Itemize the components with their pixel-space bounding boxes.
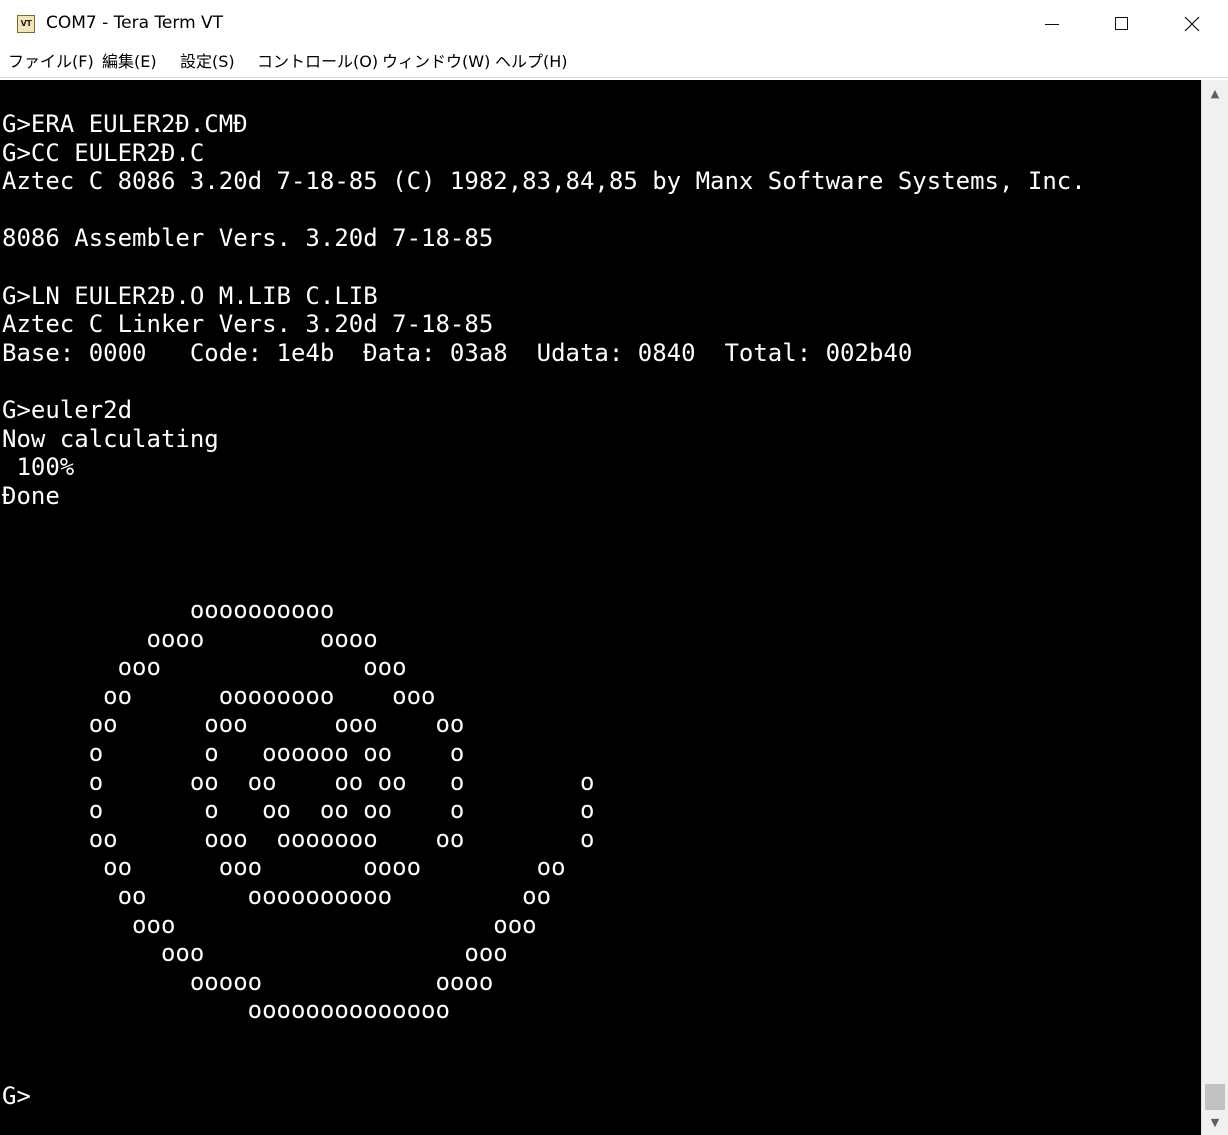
menu-help[interactable]: ヘルプ(H) xyxy=(495,51,568,73)
terminal-line: oo ooo ooo oo xyxy=(2,710,465,739)
terminal-screen[interactable]: G>ERA EULER2Đ.CMĐ G>CC EULER2Đ.C Aztec C 8… xyxy=(0,80,1201,1135)
maximize-button[interactable] xyxy=(1087,0,1157,48)
terminal-line: ooo ooo xyxy=(2,939,508,968)
terminal-line: G>euler2d xyxy=(2,395,133,424)
terminal-line: 100% xyxy=(2,453,75,482)
minimize-icon xyxy=(1045,24,1059,25)
terminal-line: G> xyxy=(2,1082,31,1111)
menu-bar: ファイル(F) 編集(E) 設定(S) コントロール(O) ウィンドウ(W) ヘ… xyxy=(0,48,1228,78)
terminal-line: G>CC EULER2Đ.C xyxy=(2,138,205,167)
terminal-line: Aztec C 8086 3.20d 7-18-85 (C) 1982,83,8… xyxy=(2,167,1086,196)
scroll-up-arrow-icon[interactable]: ▲ xyxy=(1202,80,1228,107)
terminal-line: Base: 0000 Code: 1e4b Đata: 03a8 Udata: … xyxy=(2,338,913,367)
terminal-line: oooooooooo xyxy=(2,596,335,625)
terminal-output: G>ERA EULER2Đ.CMĐ G>CC EULER2Đ.C Aztec C 8… xyxy=(2,110,1086,1111)
terminal-line: oo ooo oooo oo xyxy=(2,853,566,882)
terminal-line: oooooooooooooo xyxy=(2,996,450,1025)
menu-setup[interactable]: 設定(S) xyxy=(180,51,235,73)
terminal-line: G>ERA EULER2Đ.CMĐ xyxy=(2,110,248,138)
terminal-line: o o oo oo oo o o xyxy=(2,796,595,825)
terminal-line: ooo ooo xyxy=(2,910,537,939)
terminal-line: oo ooo ooooooo oo o xyxy=(2,824,595,853)
menu-file[interactable]: ファイル(F) xyxy=(8,51,94,73)
terminal-line: Now calculating xyxy=(2,424,219,453)
menu-control[interactable]: コントロール(O) xyxy=(257,51,378,73)
terminal-line: ooo ooo xyxy=(2,653,407,682)
terminal-line: oo oooooooo ooo xyxy=(2,681,436,710)
terminal-line: o o oooooo oo o xyxy=(2,739,465,768)
maximize-icon xyxy=(1115,17,1128,30)
terminal-line: ooooo oooo xyxy=(2,967,494,996)
scroll-down-arrow-icon[interactable]: ▼ xyxy=(1202,1110,1228,1135)
vertical-scrollbar[interactable]: ▲ ▼ xyxy=(1201,80,1228,1135)
terminal-line: o oo oo oo oo o o xyxy=(2,767,595,796)
window-title: COM7 - Tera Term VT xyxy=(46,13,224,33)
terminal-line: 8086 Assembler Vers. 3.20d 7-18-85 xyxy=(2,224,494,253)
tera-term-app-icon[interactable]: VT xyxy=(17,15,35,33)
close-button[interactable] xyxy=(1157,0,1227,48)
terminal-line: oo oooooooooo oo xyxy=(2,882,552,911)
tera-term-window: VT COM7 - Tera Term VT ファイル(F) 編集(E) 設定(… xyxy=(0,0,1228,1135)
terminal-line: oooo oooo xyxy=(2,624,378,653)
close-icon xyxy=(1184,16,1200,32)
scrollbar-thumb[interactable] xyxy=(1205,1084,1225,1110)
title-bar[interactable]: VT COM7 - Tera Term VT xyxy=(0,0,1228,48)
terminal-line: Aztec C Linker Vers. 3.20d 7-18-85 xyxy=(2,310,494,339)
menu-edit[interactable]: 編集(E) xyxy=(102,51,157,73)
terminal-line: Đone xyxy=(2,481,60,510)
minimize-button[interactable] xyxy=(1017,0,1087,48)
terminal-line: G>LN EULER2Đ.O M.LIB C.LIB xyxy=(2,281,378,310)
menu-window[interactable]: ウィンドウ(W) xyxy=(382,51,490,73)
